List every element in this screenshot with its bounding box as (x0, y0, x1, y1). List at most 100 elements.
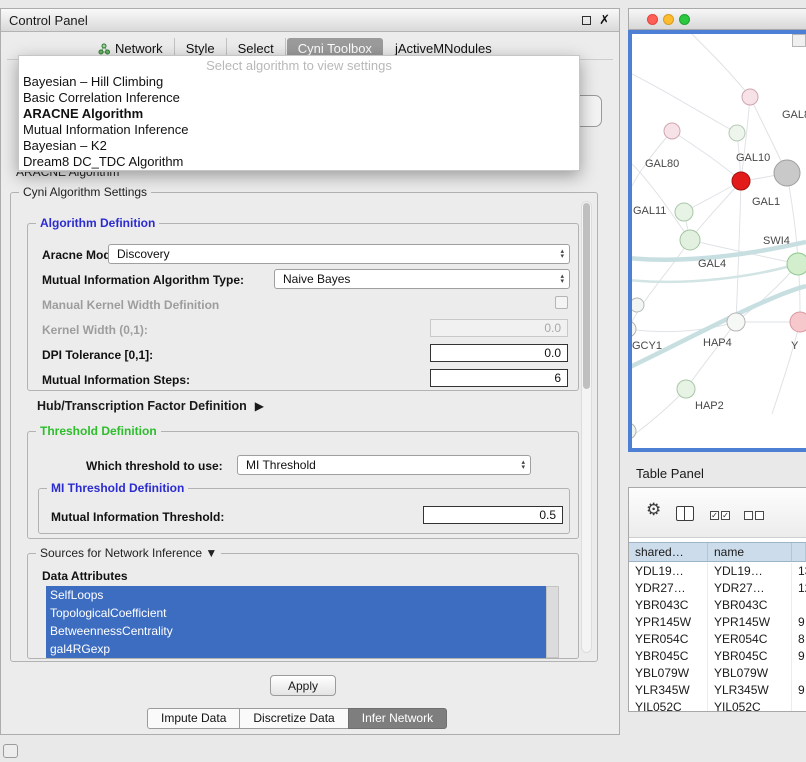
settings-panel-title: Cyni Algorithm Settings (19, 185, 151, 199)
table-row[interactable]: YDL19… YDL19… 13… (629, 563, 806, 580)
tab-discretize-data[interactable]: Discretize Data (239, 708, 348, 729)
minimized-panel-icon[interactable] (3, 744, 18, 758)
gear-icon[interactable]: ⚙ (646, 500, 661, 520)
node-green-1[interactable] (675, 203, 693, 221)
node-pale-2[interactable] (632, 423, 636, 439)
cell: 9… (792, 682, 806, 699)
cell: YER054C (708, 631, 792, 648)
table-row[interactable]: YER054C YER054C 8… (629, 631, 806, 648)
table-header-row: shared… name (629, 542, 806, 562)
list-item[interactable]: gal4RGexp (46, 640, 546, 658)
node-green-2[interactable] (680, 230, 700, 250)
cell: YBR045C (629, 648, 708, 665)
column-header[interactable]: shared… (629, 543, 708, 561)
control-panel-titlebar: Control Panel ✗ (1, 9, 619, 32)
deselect-all-checkboxes-icon[interactable] (744, 511, 764, 520)
network-graph[interactable]: GAL8 GAL80 GAL10 GAL11 GAL1 SWI4 GAL4 GC… (632, 34, 806, 448)
cell: 9… (792, 648, 806, 665)
mi-algorithm-type-select[interactable]: Naive Bayes ▴▾ (274, 269, 570, 289)
node-white-1[interactable] (632, 321, 636, 337)
dpi-tolerance-field[interactable] (430, 344, 568, 362)
tab-select-label: Select (238, 41, 274, 56)
cell: YBR043C (708, 597, 792, 614)
cell: YLR345W (629, 682, 708, 699)
mi-threshold-label: Mutual Information Threshold: (51, 510, 224, 524)
list-item[interactable]: SelfLoops (46, 586, 546, 604)
column-header[interactable] (792, 543, 806, 561)
menu-item[interactable]: Bayesian – Hill Climbing (19, 74, 579, 90)
tab-infer-network[interactable]: Infer Network (348, 708, 447, 729)
node-green-3[interactable] (787, 253, 806, 275)
cell: YDL19… (629, 563, 708, 580)
screen: Control Panel ✗ Network Style Sel (0, 0, 806, 762)
node-label: GAL80 (645, 158, 679, 170)
node-label: HAP4 (703, 337, 732, 349)
menu-item-selected[interactable]: ARACNE Algorithm (19, 106, 579, 122)
columns-icon[interactable] (676, 506, 694, 521)
collapse-down-icon: ▼ (205, 546, 217, 560)
table-row[interactable]: YLR345W YLR345W 9… (629, 682, 806, 699)
node-label: SWI4 (763, 235, 790, 247)
attributes-list-scrollbar[interactable] (546, 586, 559, 658)
settings-scrollbar-thumb[interactable] (583, 203, 590, 389)
table-row[interactable]: YBL079W YBL079W (629, 665, 806, 682)
list-item[interactable]: BetweennessCentrality (46, 622, 546, 640)
zoom-traffic-light[interactable] (679, 14, 690, 25)
menu-item[interactable]: Mutual Information Inference (19, 122, 579, 138)
cell: 8… (792, 631, 806, 648)
float-window-icon[interactable] (582, 16, 591, 25)
node-pink-2[interactable] (742, 89, 758, 105)
tab-impute-data[interactable]: Impute Data (147, 708, 240, 729)
node-pink-3[interactable] (790, 312, 806, 332)
node-gray-large[interactable] (774, 160, 800, 186)
table-row[interactable]: YIL052C YIL052C (629, 699, 806, 711)
close-window-icon[interactable]: ✗ (599, 12, 610, 28)
aracne-mode-select[interactable]: Discovery ▴▾ (108, 244, 570, 264)
close-traffic-light[interactable] (647, 14, 658, 25)
mi-threshold-definition-title: MI Threshold Definition (47, 481, 188, 495)
tab-style-label: Style (186, 41, 215, 56)
minimize-traffic-light[interactable] (663, 14, 674, 25)
table-row[interactable]: YBR043C YBR043C (629, 597, 806, 614)
menu-item[interactable]: Basic Correlation Inference (19, 90, 579, 106)
node-pink-1[interactable] (664, 123, 680, 139)
cell: YDL19… (708, 563, 792, 580)
table-row[interactable]: YPR145W YPR145W 9… (629, 614, 806, 631)
node-red[interactable] (732, 172, 750, 190)
cell: YPR145W (708, 614, 792, 631)
manual-kernel-width-label: Manual Kernel Width Definition (42, 298, 219, 312)
which-threshold-value: MI Threshold (246, 458, 517, 472)
column-header[interactable]: name (708, 543, 792, 561)
cell: YPR145W (629, 614, 708, 631)
threshold-definition-group: Threshold Definition Which threshold to … (27, 431, 579, 539)
menu-item[interactable]: Bayesian – K2 (19, 138, 579, 154)
node-white-2[interactable] (632, 298, 644, 312)
manual-kernel-width-checkbox (555, 296, 568, 309)
select-all-checkboxes-icon[interactable]: ✓✓ (710, 511, 730, 520)
node-pale-1[interactable] (729, 125, 745, 141)
algorithm-dropdown-menu: Select algorithm to view settings Bayesi… (18, 55, 580, 171)
cell: YBR045C (708, 648, 792, 665)
data-attributes-list: SelfLoops TopologicalCoefficient Between… (46, 586, 546, 658)
cell (792, 665, 806, 682)
node-label: GAL11 (633, 205, 666, 217)
which-threshold-select[interactable]: MI Threshold ▴▾ (237, 455, 531, 475)
hub-transcription-factor-section[interactable]: Hub/Transcription Factor Definition ▶ (37, 399, 264, 413)
mi-steps-field[interactable] (430, 369, 568, 387)
node-green-4[interactable] (677, 380, 695, 398)
table-row[interactable]: YBR045C YBR045C 9… (629, 648, 806, 665)
list-item[interactable]: TopologicalCoefficient (46, 604, 546, 622)
node-white-3[interactable] (727, 313, 745, 331)
node-label: GAL8 (782, 109, 806, 121)
kernel-width-field (430, 319, 568, 337)
settings-scrollbar[interactable] (581, 201, 592, 653)
sources-group-header[interactable]: Sources for Network Inference ▼ (36, 546, 221, 560)
mi-threshold-field[interactable] (423, 506, 563, 524)
menu-item[interactable]: Dream8 DC_TDC Algorithm (19, 154, 579, 170)
table-toolbar: ⚙ ✓✓ (629, 488, 806, 538)
algorithm-definition-title: Algorithm Definition (36, 216, 159, 230)
table-row[interactable]: YDR27… YDR27… 12… (629, 580, 806, 597)
cell: 12… (792, 580, 806, 597)
spinner-arrows-icon: ▴▾ (556, 249, 564, 259)
apply-button[interactable]: Apply (270, 675, 336, 696)
